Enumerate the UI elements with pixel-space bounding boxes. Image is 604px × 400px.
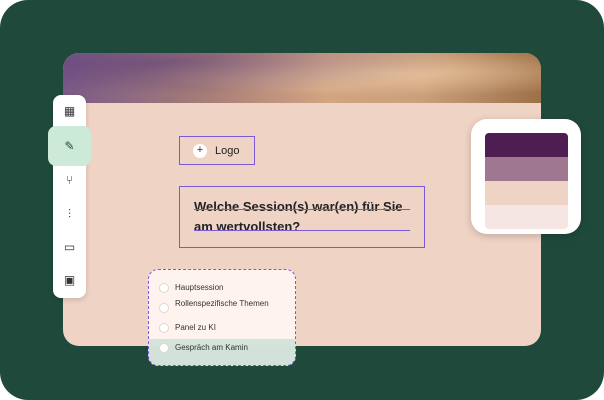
inbox-icon[interactable]: ▭ [53,231,86,263]
radio-button[interactable] [159,343,169,353]
palette-swatch[interactable] [485,133,568,157]
grid-icon-glyph: ▣ [63,273,76,287]
question-title: Welche Session(s) war(en) für Sie am wer… [194,199,403,234]
radio-button[interactable] [159,323,169,333]
editor-toolbar: ▦ ✎ ⑂ ⫶ ▭ ▣ [48,95,91,298]
palette-swatch[interactable] [485,205,568,229]
option-label: Gespräch am Kamin [175,343,248,352]
option-item[interactable]: Gespräch am Kamin [159,343,248,353]
question-block[interactable]: Welche Session(s) war(en) für Sie am wer… [179,186,425,248]
brush-icon-glyph: ✎ [64,139,75,153]
card-header-image [63,53,541,103]
add-icon: + [193,143,207,158]
branch-icon[interactable]: ⑂ [53,164,86,196]
option-item[interactable]: Rollenspezifische Themen [159,299,269,313]
color-palette[interactable] [471,119,581,234]
inbox-icon-glyph: ▭ [63,240,76,254]
sliders-icon[interactable]: ⫶ [53,198,86,230]
chart-icon-glyph: ▦ [63,104,76,118]
chart-icon[interactable]: ▦ [53,95,86,127]
logo-label: Logo [215,144,240,157]
grid-icon[interactable]: ▣ [53,264,86,296]
radio-button[interactable] [159,283,169,293]
palette-swatch[interactable] [485,157,568,181]
background-frame: ▦ ✎ ⑂ ⫶ ▭ ▣ + Logo Welche Session(s) war… [0,0,604,400]
option-label: Panel zu KI [175,323,216,332]
branch-icon-glyph: ⑂ [65,173,74,187]
sliders-icon-glyph: ⫶ [67,206,71,221]
option-item[interactable]: Panel zu KI [159,323,216,333]
brush-icon[interactable]: ✎ [48,126,91,166]
option-item[interactable]: Hauptsession [159,283,223,293]
radio-button[interactable] [159,303,169,313]
logo-placeholder[interactable]: + Logo [179,136,255,165]
palette-swatch[interactable] [485,181,568,205]
text-underline [194,209,410,210]
option-label: Hauptsession [175,283,224,292]
option-label: Rollenspezifische Themen [175,299,269,308]
answer-options: Hauptsession Rollenspezifische Themen Pa… [148,269,296,366]
text-underline [194,230,410,231]
